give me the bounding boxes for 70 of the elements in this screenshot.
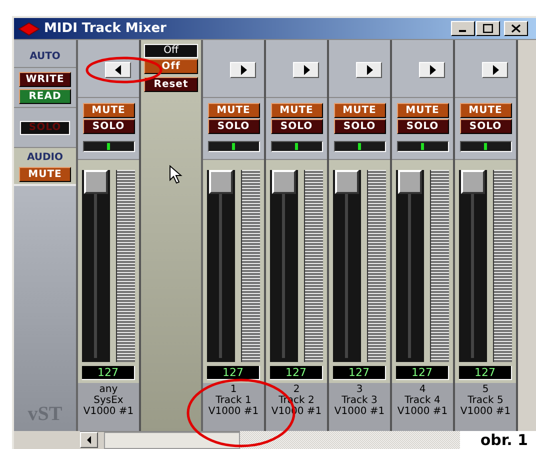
close-icon (511, 24, 521, 33)
channel-label: 1 Track 1 V1000 #1 (203, 383, 264, 431)
fader-track[interactable] (333, 170, 361, 362)
solo-button[interactable]: SOLO (396, 119, 448, 134)
pan-meter[interactable] (396, 141, 448, 152)
solo-button[interactable]: SOLO (208, 119, 260, 134)
scrollbar[interactable] (80, 431, 240, 449)
channel-label: 5 Track 5 V1000 #1 (455, 383, 516, 431)
value-display: 127 (396, 366, 449, 380)
right-arrow-button[interactable] (230, 62, 256, 78)
scroll-thumb[interactable] (104, 432, 240, 449)
channel-label: 4 Track 4 V1000 #1 (392, 383, 453, 431)
value-display: 127 (82, 366, 135, 380)
value-display: 127 (459, 366, 512, 380)
read-button[interactable]: READ (19, 88, 71, 104)
audio-label: AUDIO (26, 151, 64, 165)
right-arrow-button[interactable] (356, 62, 382, 78)
maximize-button[interactable] (476, 21, 500, 36)
value-display: 127 (333, 366, 386, 380)
mute-button[interactable]: MUTE (208, 103, 260, 118)
fader-knob[interactable] (272, 170, 296, 194)
fader-track[interactable] (396, 170, 424, 362)
audio-mute-button[interactable]: MUTE (19, 167, 71, 182)
solo-button[interactable]: SOLO (82, 119, 134, 134)
fader-track[interactable] (82, 170, 110, 362)
mode-button[interactable]: Off (144, 59, 198, 74)
mouse-cursor-icon (169, 165, 183, 185)
pan-meter[interactable] (334, 141, 386, 152)
left-arrow-button[interactable] (105, 62, 131, 78)
mute-button[interactable]: MUTE (82, 103, 134, 118)
fader-knob[interactable] (461, 170, 485, 194)
pan-meter[interactable] (460, 141, 512, 152)
write-button[interactable]: WRITE (19, 72, 71, 86)
fader-knob[interactable] (398, 170, 422, 194)
fader-track[interactable] (207, 170, 235, 362)
fader-track[interactable] (270, 170, 298, 362)
pan-meter[interactable] (270, 141, 322, 152)
fader-knob[interactable] (209, 170, 233, 194)
auto-label: AUTO (30, 50, 60, 64)
fader-knob[interactable] (84, 170, 108, 194)
mute-button[interactable]: MUTE (460, 103, 512, 118)
fader-track[interactable] (459, 170, 487, 362)
figure-caption: obr. 1 (480, 432, 528, 449)
solo-button[interactable]: SOLO (334, 119, 386, 134)
solo-indicator: SOLO (20, 120, 70, 134)
right-arrow-button[interactable] (419, 62, 445, 78)
maximize-icon (483, 24, 493, 33)
fader-knob[interactable] (335, 170, 359, 194)
pan-meter[interactable] (82, 141, 134, 152)
reset-button[interactable]: Reset (144, 77, 198, 92)
value-display: 127 (270, 366, 323, 380)
value-display: 127 (207, 366, 260, 380)
mode-display: Off (144, 44, 198, 58)
right-arrow-button[interactable] (482, 62, 508, 78)
channel-label: 3 Track 3 V1000 #1 (329, 383, 390, 431)
mute-button[interactable]: MUTE (270, 103, 322, 118)
solo-button[interactable]: SOLO (270, 119, 322, 134)
solo-button[interactable]: SOLO (460, 119, 512, 134)
pan-meter[interactable] (208, 141, 260, 152)
scroll-left-button[interactable] (80, 432, 98, 448)
close-button[interactable] (504, 21, 528, 36)
mute-button[interactable]: MUTE (334, 103, 386, 118)
left-arrow-icon (112, 64, 124, 76)
left-arrow-icon (86, 436, 92, 444)
diamond-icon (18, 22, 40, 36)
channel-label: any SysEx V1000 #1 (78, 383, 139, 431)
right-arrow-button[interactable] (293, 62, 319, 78)
minimize-button[interactable] (451, 21, 475, 36)
mute-button[interactable]: MUTE (396, 103, 448, 118)
window-title: MIDI Track Mixer (44, 20, 166, 38)
